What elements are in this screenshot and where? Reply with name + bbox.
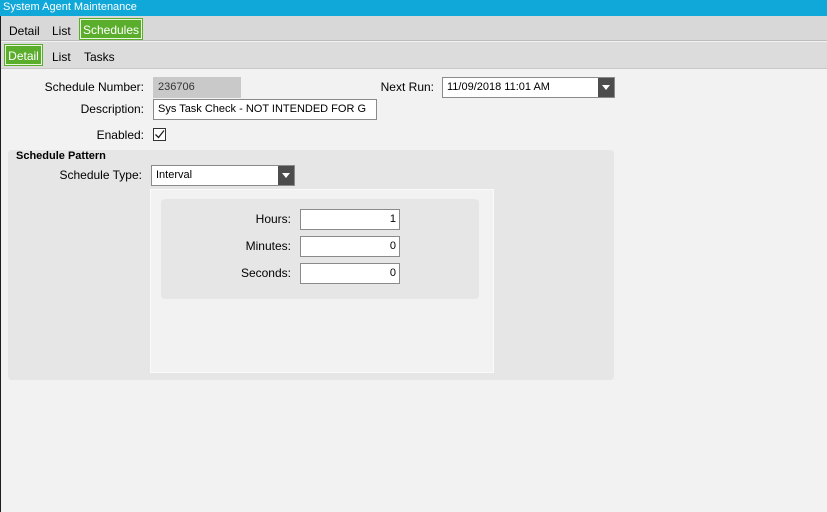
checkmark-icon xyxy=(155,130,165,139)
schedule-type-dropdown-button[interactable] xyxy=(278,166,294,185)
schedule-type-label: Schedule Type: xyxy=(59,168,142,182)
schedule-pattern-title: Schedule Pattern xyxy=(16,150,106,162)
schedule-type-select[interactable]: Interval xyxy=(151,165,295,186)
subtab-tasks[interactable]: Tasks xyxy=(84,50,115,64)
description-field[interactable]: Sys Task Check - NOT INTENDED FOR G xyxy=(153,99,377,120)
minutes-label: Minutes: xyxy=(245,239,291,253)
sub-tab-bar xyxy=(1,42,827,69)
description-label: Description: xyxy=(80,102,144,116)
enabled-label: Enabled: xyxy=(96,128,144,142)
tab-list[interactable]: List xyxy=(52,24,71,38)
enabled-checkbox[interactable] xyxy=(153,128,166,141)
next-run-label: Next Run: xyxy=(380,80,434,94)
chevron-down-icon xyxy=(282,173,290,178)
window-title: System Agent Maintenance xyxy=(0,0,827,16)
subtab-list[interactable]: List xyxy=(52,50,71,64)
schedule-number-label: Schedule Number: xyxy=(44,80,144,94)
next-run-field[interactable]: 11/09/2018 11:01 AM xyxy=(442,77,615,98)
tab-schedules[interactable]: Schedules xyxy=(80,19,142,39)
schedule-number-field: 236706 xyxy=(153,77,241,98)
window-left-border xyxy=(0,16,1,512)
hours-field[interactable]: 1 xyxy=(300,209,400,230)
seconds-label: Seconds: xyxy=(240,266,291,280)
hours-label: Hours: xyxy=(255,212,291,226)
schedule-type-value: Interval xyxy=(156,169,193,181)
tab-detail[interactable]: Detail xyxy=(9,24,40,38)
chevron-down-icon xyxy=(602,85,610,90)
next-run-value: 11/09/2018 11:01 AM xyxy=(447,81,550,93)
subtab-detail[interactable]: Detail xyxy=(5,45,42,65)
next-run-dropdown-button[interactable] xyxy=(598,78,614,97)
minutes-field[interactable]: 0 xyxy=(300,236,400,257)
seconds-field[interactable]: 0 xyxy=(300,263,400,284)
